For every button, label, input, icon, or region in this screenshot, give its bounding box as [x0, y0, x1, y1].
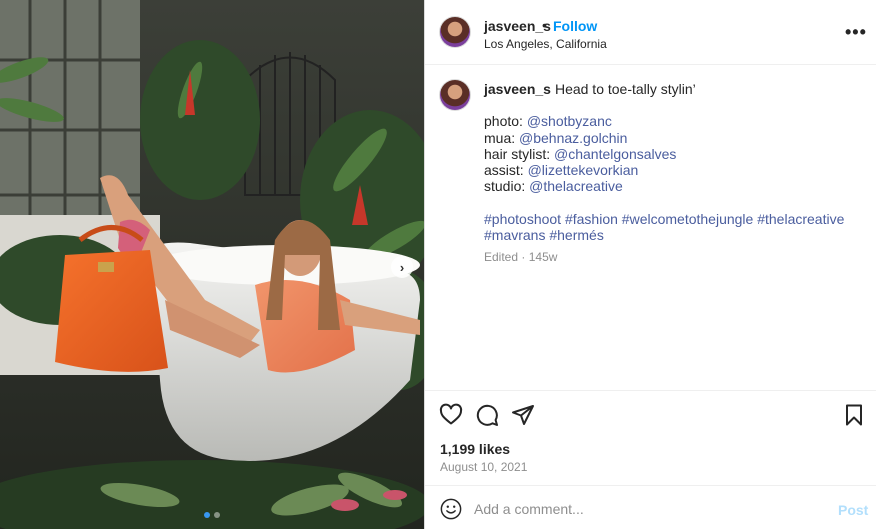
instagram-post: › jasveen_s • Follow Los Angeles, Califo…	[0, 0, 876, 529]
post-date[interactable]: August 10, 2021	[440, 460, 527, 474]
more-options-icon[interactable]: •••	[845, 22, 867, 43]
credit-line: photo: @shotbyzanc	[484, 113, 864, 129]
mention-link[interactable]: @behnaz.golchin	[519, 130, 627, 146]
caption-text: jasveen_s Head to toe-tally stylin’ photo…	[484, 81, 864, 266]
hashtag-link[interactable]: #fashion	[565, 211, 618, 227]
action-bar	[425, 390, 876, 436]
post-side-panel: jasveen_s • Follow Los Angeles, Californ…	[424, 0, 876, 529]
bookmark-icon[interactable]	[842, 403, 866, 427]
meta-separator: ·	[521, 250, 526, 265]
caption-avatar[interactable]	[440, 80, 470, 110]
username-link[interactable]: jasveen_s	[484, 18, 551, 34]
hashtag-line: #mavrans #hermés	[484, 227, 864, 243]
credit-line: assist: @lizettekevorkian	[484, 162, 864, 178]
hashtag-link[interactable]: #welcometothejungle	[622, 211, 754, 227]
carousel-indicator	[0, 512, 424, 518]
comment-bar: Post	[425, 485, 876, 529]
mention-link[interactable]: @chantelgonsalves	[554, 146, 676, 162]
post-header: jasveen_s • Follow Los Angeles, Californ…	[425, 0, 876, 65]
carousel-dot	[214, 512, 220, 518]
caption-headline: Head to toe-tally stylin’	[554, 81, 696, 97]
post-photo[interactable]: ›	[0, 0, 424, 529]
credit-label: hair stylist:	[484, 145, 551, 162]
credit-line: mua: @behnaz.golchin	[484, 130, 864, 146]
caption-meta: Edited · 145w	[484, 249, 864, 265]
comment-bubble-icon[interactable]	[475, 403, 499, 427]
emoji-smiley-icon[interactable]	[440, 498, 462, 520]
mention-link[interactable]: @lizettekevorkian	[528, 162, 639, 178]
hashtag-link[interactable]: #mavrans	[484, 227, 545, 243]
paper-plane-icon[interactable]	[511, 403, 535, 427]
location-link[interactable]: Los Angeles, California	[484, 37, 607, 51]
hashtag-link[interactable]: #photoshoot	[484, 211, 561, 227]
credit-label: photo:	[484, 113, 523, 130]
carousel-dot-active	[204, 512, 210, 518]
post-age[interactable]: 145w	[529, 250, 558, 264]
post-comment-button[interactable]: Post	[838, 502, 868, 518]
photo-scene	[0, 0, 424, 529]
likes-count[interactable]: 1,199 likes	[440, 441, 510, 457]
caption-section: jasveen_s Head to toe-tally stylin’ photo…	[425, 66, 876, 390]
caption-username-link[interactable]: jasveen_s	[484, 81, 551, 97]
credit-line: hair stylist: @chantelgonsalves	[484, 146, 864, 162]
credit-line: studio: @thelacreative	[484, 178, 864, 194]
comment-input[interactable]	[474, 498, 814, 520]
heart-icon[interactable]	[439, 403, 463, 427]
separator-dot: •	[542, 17, 547, 33]
credit-label: studio:	[484, 178, 526, 195]
hashtag-link[interactable]: #hermés	[549, 227, 603, 243]
hashtag-link[interactable]: #thelacreative	[757, 211, 844, 227]
mention-link[interactable]: @thelacreative	[529, 178, 623, 194]
carousel-next-button[interactable]: ›	[391, 256, 413, 278]
mention-link[interactable]: @shotbyzanc	[527, 113, 612, 129]
hashtag-line: #photoshoot #fashion #welcometothejungle…	[484, 211, 864, 227]
follow-button[interactable]: Follow	[553, 18, 597, 34]
edited-label: Edited	[484, 250, 519, 265]
avatar[interactable]	[440, 17, 470, 47]
credit-label: mua:	[484, 129, 516, 146]
credit-label: assist:	[484, 162, 524, 179]
